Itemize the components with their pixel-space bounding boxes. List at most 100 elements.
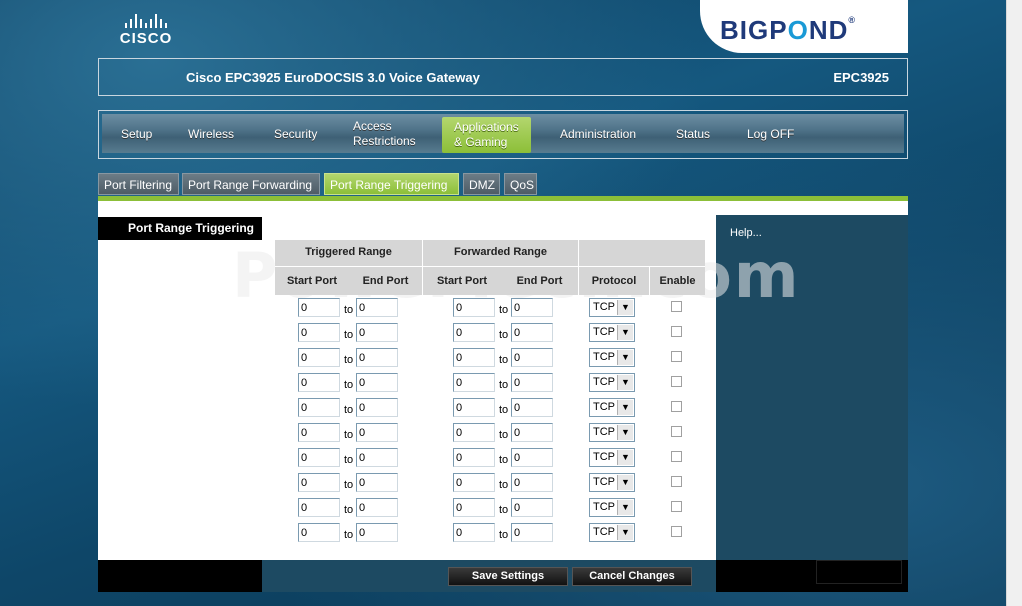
enable-checkbox[interactable] (671, 526, 682, 537)
tab-qos[interactable]: QoS (504, 173, 537, 195)
trigger-end-port-input[interactable] (356, 498, 398, 517)
enable-checkbox[interactable] (671, 451, 682, 462)
forward-end-port-input[interactable] (511, 298, 553, 317)
forward-end-port-input[interactable] (511, 348, 553, 367)
trigger-end-port-input[interactable] (356, 373, 398, 392)
to-label: to (499, 404, 509, 416)
enable-checkbox[interactable] (671, 376, 682, 387)
forward-end-port-input[interactable] (511, 498, 553, 517)
trigger-end-port-input[interactable] (356, 323, 398, 342)
to-label: to (344, 404, 354, 416)
enable-checkbox[interactable] (671, 476, 682, 487)
protocol-select[interactable]: TCP ▼ (589, 348, 635, 367)
tab-port-range-forwarding[interactable]: Port Range Forwarding (182, 173, 320, 195)
forward-end-port-input[interactable] (511, 473, 553, 492)
forward-start-port-input[interactable] (453, 298, 495, 317)
save-settings-button[interactable]: Save Settings (448, 567, 568, 586)
trigger-end-port-input[interactable] (356, 473, 398, 492)
nav-wireless[interactable]: Wireless (188, 114, 234, 153)
forward-start-port-input[interactable] (453, 398, 495, 417)
protocol-select[interactable]: TCP ▼ (589, 448, 635, 467)
forward-end-port-input[interactable] (511, 523, 553, 542)
forward-end-port-input[interactable] (511, 373, 553, 392)
vertical-scrollbar[interactable] (1006, 0, 1022, 606)
trigger-end-port-input[interactable] (356, 298, 398, 317)
trigger-start-port-input[interactable] (298, 423, 340, 442)
footer-left (98, 560, 262, 592)
forward-start-port-input[interactable] (453, 373, 495, 392)
left-sidebar: Port Range Triggering (98, 215, 262, 560)
nav-log-off[interactable]: Log OFF (747, 114, 794, 153)
tab-port-filtering[interactable]: Port Filtering (98, 173, 179, 195)
trigger-end-port-input[interactable] (356, 423, 398, 442)
trigger-start-port-input[interactable] (298, 348, 340, 367)
cancel-changes-button[interactable]: Cancel Changes (572, 567, 692, 586)
trigger-start-port-input[interactable] (298, 498, 340, 517)
tab-dmz[interactable]: DMZ (463, 173, 500, 195)
nav-applications-gaming[interactable]: Applications & Gaming (442, 117, 531, 153)
protocol-select[interactable]: TCP ▼ (589, 423, 635, 442)
protocol-select[interactable]: TCP ▼ (589, 398, 635, 417)
table-row: to to TCP▼ (262, 423, 716, 448)
enable-checkbox[interactable] (671, 351, 682, 362)
forward-start-port-input[interactable] (453, 523, 495, 542)
to-label: to (344, 479, 354, 491)
to-label: to (344, 429, 354, 441)
main-content: PowerTech.com Triggered Range Forwarded … (232, 209, 798, 560)
protocol-select[interactable]: TCP ▼ (589, 323, 635, 342)
trigger-start-port-input[interactable] (298, 473, 340, 492)
forward-start-port-input[interactable] (453, 323, 495, 342)
protocol-select[interactable]: TCP ▼ (589, 523, 635, 542)
trigger-end-port-input[interactable] (356, 398, 398, 417)
forward-start-port-input[interactable] (453, 473, 495, 492)
to-label: to (499, 529, 509, 541)
enable-checkbox[interactable] (671, 426, 682, 437)
protocol-select[interactable]: TCP ▼ (589, 473, 635, 492)
footer-right-box (816, 560, 902, 584)
help-link[interactable]: Help... (730, 227, 762, 239)
cisco-bars-icon (114, 12, 178, 28)
trigger-end-port-input[interactable] (356, 448, 398, 467)
forward-start-port-input[interactable] (453, 448, 495, 467)
protocol-value: TCP (593, 376, 615, 388)
forward-start-port-input[interactable] (453, 498, 495, 517)
forward-end-port-input[interactable] (511, 448, 553, 467)
protocol-select[interactable]: TCP ▼ (589, 498, 635, 517)
table-row: to to TCP▼ (262, 523, 716, 548)
chevron-down-icon: ▼ (617, 350, 633, 365)
trigger-start-port-input[interactable] (298, 448, 340, 467)
tab-port-range-triggering[interactable]: Port Range Triggering (324, 173, 459, 195)
enable-checkbox[interactable] (671, 326, 682, 337)
table-group-header: Triggered Range Forwarded Range (275, 240, 705, 266)
nav-setup[interactable]: Setup (121, 114, 152, 153)
protocol-select[interactable]: TCP ▼ (589, 373, 635, 392)
forward-end-port-input[interactable] (511, 423, 553, 442)
nav-administration[interactable]: Administration (560, 114, 636, 153)
nav-access-restrictions[interactable]: Access Restrictions (353, 114, 416, 153)
trigger-start-port-input[interactable] (298, 373, 340, 392)
forward-start-port-input[interactable] (453, 423, 495, 442)
trigger-start-port-input[interactable] (298, 398, 340, 417)
model-name: EPC3925 (833, 70, 889, 85)
title-bar: Cisco EPC3925 EuroDOCSIS 3.0 Voice Gatew… (98, 58, 908, 96)
chevron-down-icon: ▼ (617, 375, 633, 390)
enable-checkbox[interactable] (671, 501, 682, 512)
to-label: to (344, 354, 354, 366)
trigger-start-port-input[interactable] (298, 323, 340, 342)
trigger-start-port-input[interactable] (298, 523, 340, 542)
trigger-end-port-input[interactable] (356, 348, 398, 367)
protocol-select[interactable]: TCP ▼ (589, 298, 635, 317)
nav-status[interactable]: Status (676, 114, 710, 153)
chevron-down-icon: ▼ (617, 500, 633, 515)
forward-start-port-input[interactable] (453, 348, 495, 367)
forward-end-port-input[interactable] (511, 398, 553, 417)
trigger-end-port-input[interactable] (356, 523, 398, 542)
forward-end-port-input[interactable] (511, 323, 553, 342)
nav-security[interactable]: Security (274, 114, 317, 153)
enable-checkbox[interactable] (671, 401, 682, 412)
page-title: Cisco EPC3925 EuroDOCSIS 3.0 Voice Gatew… (186, 70, 480, 85)
trigger-start-port-input[interactable] (298, 298, 340, 317)
nav-applications-gaming-line1: Applications (454, 120, 519, 134)
table-column-header: Start Port End Port Start Port End Port … (275, 266, 705, 295)
enable-checkbox[interactable] (671, 301, 682, 312)
